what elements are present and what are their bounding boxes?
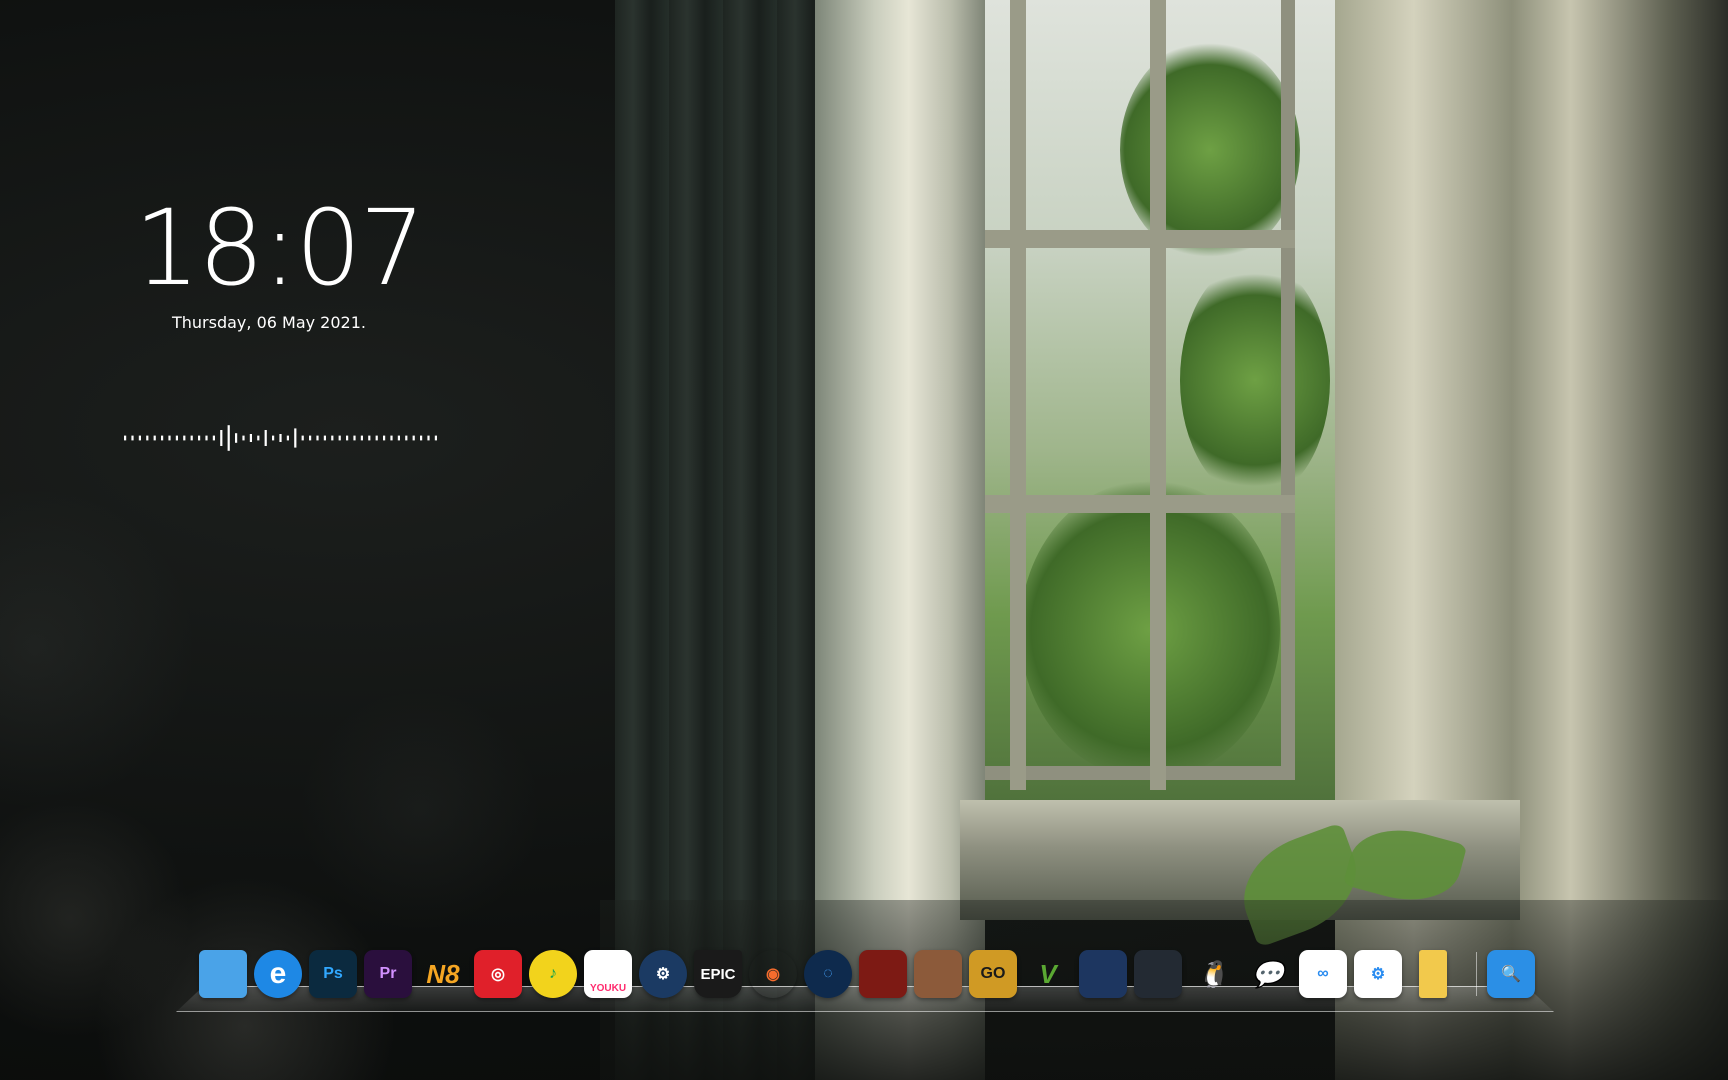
visualizer-bar xyxy=(212,435,215,441)
visualizer-bar xyxy=(168,435,171,441)
clock-date: Thursday, 06 May 2021. xyxy=(172,313,366,332)
visualizer-bar xyxy=(146,435,149,441)
control-panel-icon[interactable]: ⚙ xyxy=(1354,950,1402,998)
dock-icon-label: Pr xyxy=(379,965,397,982)
visualizer-bar xyxy=(294,428,297,448)
qq-icon[interactable]: 🐧 xyxy=(1189,950,1237,998)
visualizer-bar xyxy=(360,435,363,441)
wechat-icon[interactable]: 💬 xyxy=(1244,950,1292,998)
visualizer-bar xyxy=(434,435,437,441)
dock-icon-label: e xyxy=(269,957,287,990)
visualizer-bar xyxy=(153,435,156,441)
dock-icon-label: YOUKU xyxy=(589,982,627,994)
dock-icon-label: V xyxy=(1039,958,1057,989)
visualizer-bar xyxy=(242,435,245,441)
visualizer-bar xyxy=(279,434,282,442)
dock-icon-label: ⚙ xyxy=(655,966,671,983)
visualizer-bar xyxy=(220,430,223,446)
dock-icon-label: GO xyxy=(980,965,1006,982)
visualizer-bar xyxy=(390,435,393,441)
yellow-folder-icon[interactable] xyxy=(1419,950,1447,998)
visualizer-bar xyxy=(264,430,267,446)
netease-music-icon[interactable]: ◎ xyxy=(474,950,522,998)
file-explorer-icon[interactable] xyxy=(199,950,247,998)
dock-icon-label: ∞ xyxy=(1317,965,1329,982)
dock-icon-label: Ps xyxy=(323,965,343,982)
red-dead-redemption-icon[interactable] xyxy=(859,950,907,998)
visualizer-bar xyxy=(301,435,304,441)
visualizer-bar xyxy=(331,435,334,441)
photoshop-icon[interactable]: Ps xyxy=(309,950,357,998)
visualizer-bar xyxy=(227,425,230,451)
visualizer-bar xyxy=(412,435,415,441)
visualizer-bar xyxy=(124,435,127,441)
visualizer-bar xyxy=(272,435,275,441)
visualizer-bar xyxy=(286,435,289,441)
csgo-icon[interactable]: GO xyxy=(969,950,1017,998)
dock-icon-label: 💬 xyxy=(1251,958,1285,989)
origin-icon[interactable]: ◉ xyxy=(749,950,797,998)
dock-icon-label: N8 xyxy=(426,958,460,989)
visualizer-bar xyxy=(338,435,341,441)
visualizer-bar xyxy=(316,435,319,441)
visualizer-bar xyxy=(138,435,141,441)
visualizer-bar xyxy=(309,435,312,441)
dock-icon-label: EPIC xyxy=(700,965,736,983)
visualizer-bar xyxy=(235,433,238,443)
baidu-netdisk-icon[interactable]: ∞ xyxy=(1299,950,1347,998)
visualizer-bar xyxy=(131,435,134,441)
game-character-icon[interactable] xyxy=(914,950,962,998)
mortal-kombat-icon[interactable] xyxy=(1134,950,1182,998)
qq-music-icon[interactable]: ♪ xyxy=(529,950,577,998)
dock-icon-label: ♪ xyxy=(549,965,557,982)
search-icon[interactable]: 🔍 xyxy=(1487,950,1535,998)
visualizer-bar xyxy=(368,435,371,441)
star-wars-icon[interactable] xyxy=(1079,950,1127,998)
visualizer-bar xyxy=(427,435,430,441)
visualizer-bar xyxy=(420,435,423,441)
visualizer-bar xyxy=(323,435,326,441)
visualizer-bar xyxy=(375,435,378,441)
visualizer-bar xyxy=(346,435,349,441)
dock-icon-label: ◉ xyxy=(766,966,780,983)
clock-time: 18:07 xyxy=(134,187,426,309)
dock-icon-label: 🐧 xyxy=(1196,958,1230,989)
visualizer-bar xyxy=(190,435,193,441)
visualizer-bar xyxy=(198,435,201,441)
dock-icon-label: ⚙ xyxy=(1370,966,1386,983)
desktop-wallpaper xyxy=(0,0,1728,1080)
visualizer-bar xyxy=(257,435,260,441)
visualizer-bar xyxy=(249,434,252,442)
n8-icon[interactable]: N8 xyxy=(419,950,467,998)
visualizer-bar xyxy=(397,435,400,441)
visualizer-bar xyxy=(205,435,208,441)
youku-icon[interactable]: YOUKU xyxy=(584,950,632,998)
visualizer-bar xyxy=(161,435,164,441)
visualizer-bar xyxy=(383,435,386,441)
steam-icon[interactable]: ⚙ xyxy=(639,950,687,998)
audio-visualizer xyxy=(124,412,444,464)
visualizer-bar xyxy=(353,435,356,441)
gta-v-icon[interactable]: V xyxy=(1024,950,1072,998)
uplay-icon[interactable]: ◌ xyxy=(804,950,852,998)
internet-explorer-icon[interactable]: e xyxy=(254,950,302,998)
dock: e Ps Pr N8 ◎ ♪ YOUKU ⚙ EPIC ◉ ◌ GO V 🐧 💬 ∞ ⚙ 🔍 xyxy=(199,948,1542,1000)
dock-separator xyxy=(1476,952,1477,996)
wall-texture xyxy=(0,0,700,1080)
dock-icon-label: ◎ xyxy=(491,966,505,983)
visualizer-bar xyxy=(175,435,178,441)
epic-games-icon[interactable]: EPIC xyxy=(694,950,742,998)
visualizer-bar xyxy=(183,435,186,441)
dock-icon-label: 🔍 xyxy=(1501,966,1521,983)
dock-icon-label: ◌ xyxy=(823,965,833,982)
premiere-pro-icon[interactable]: Pr xyxy=(364,950,412,998)
visualizer-bar xyxy=(405,435,408,441)
